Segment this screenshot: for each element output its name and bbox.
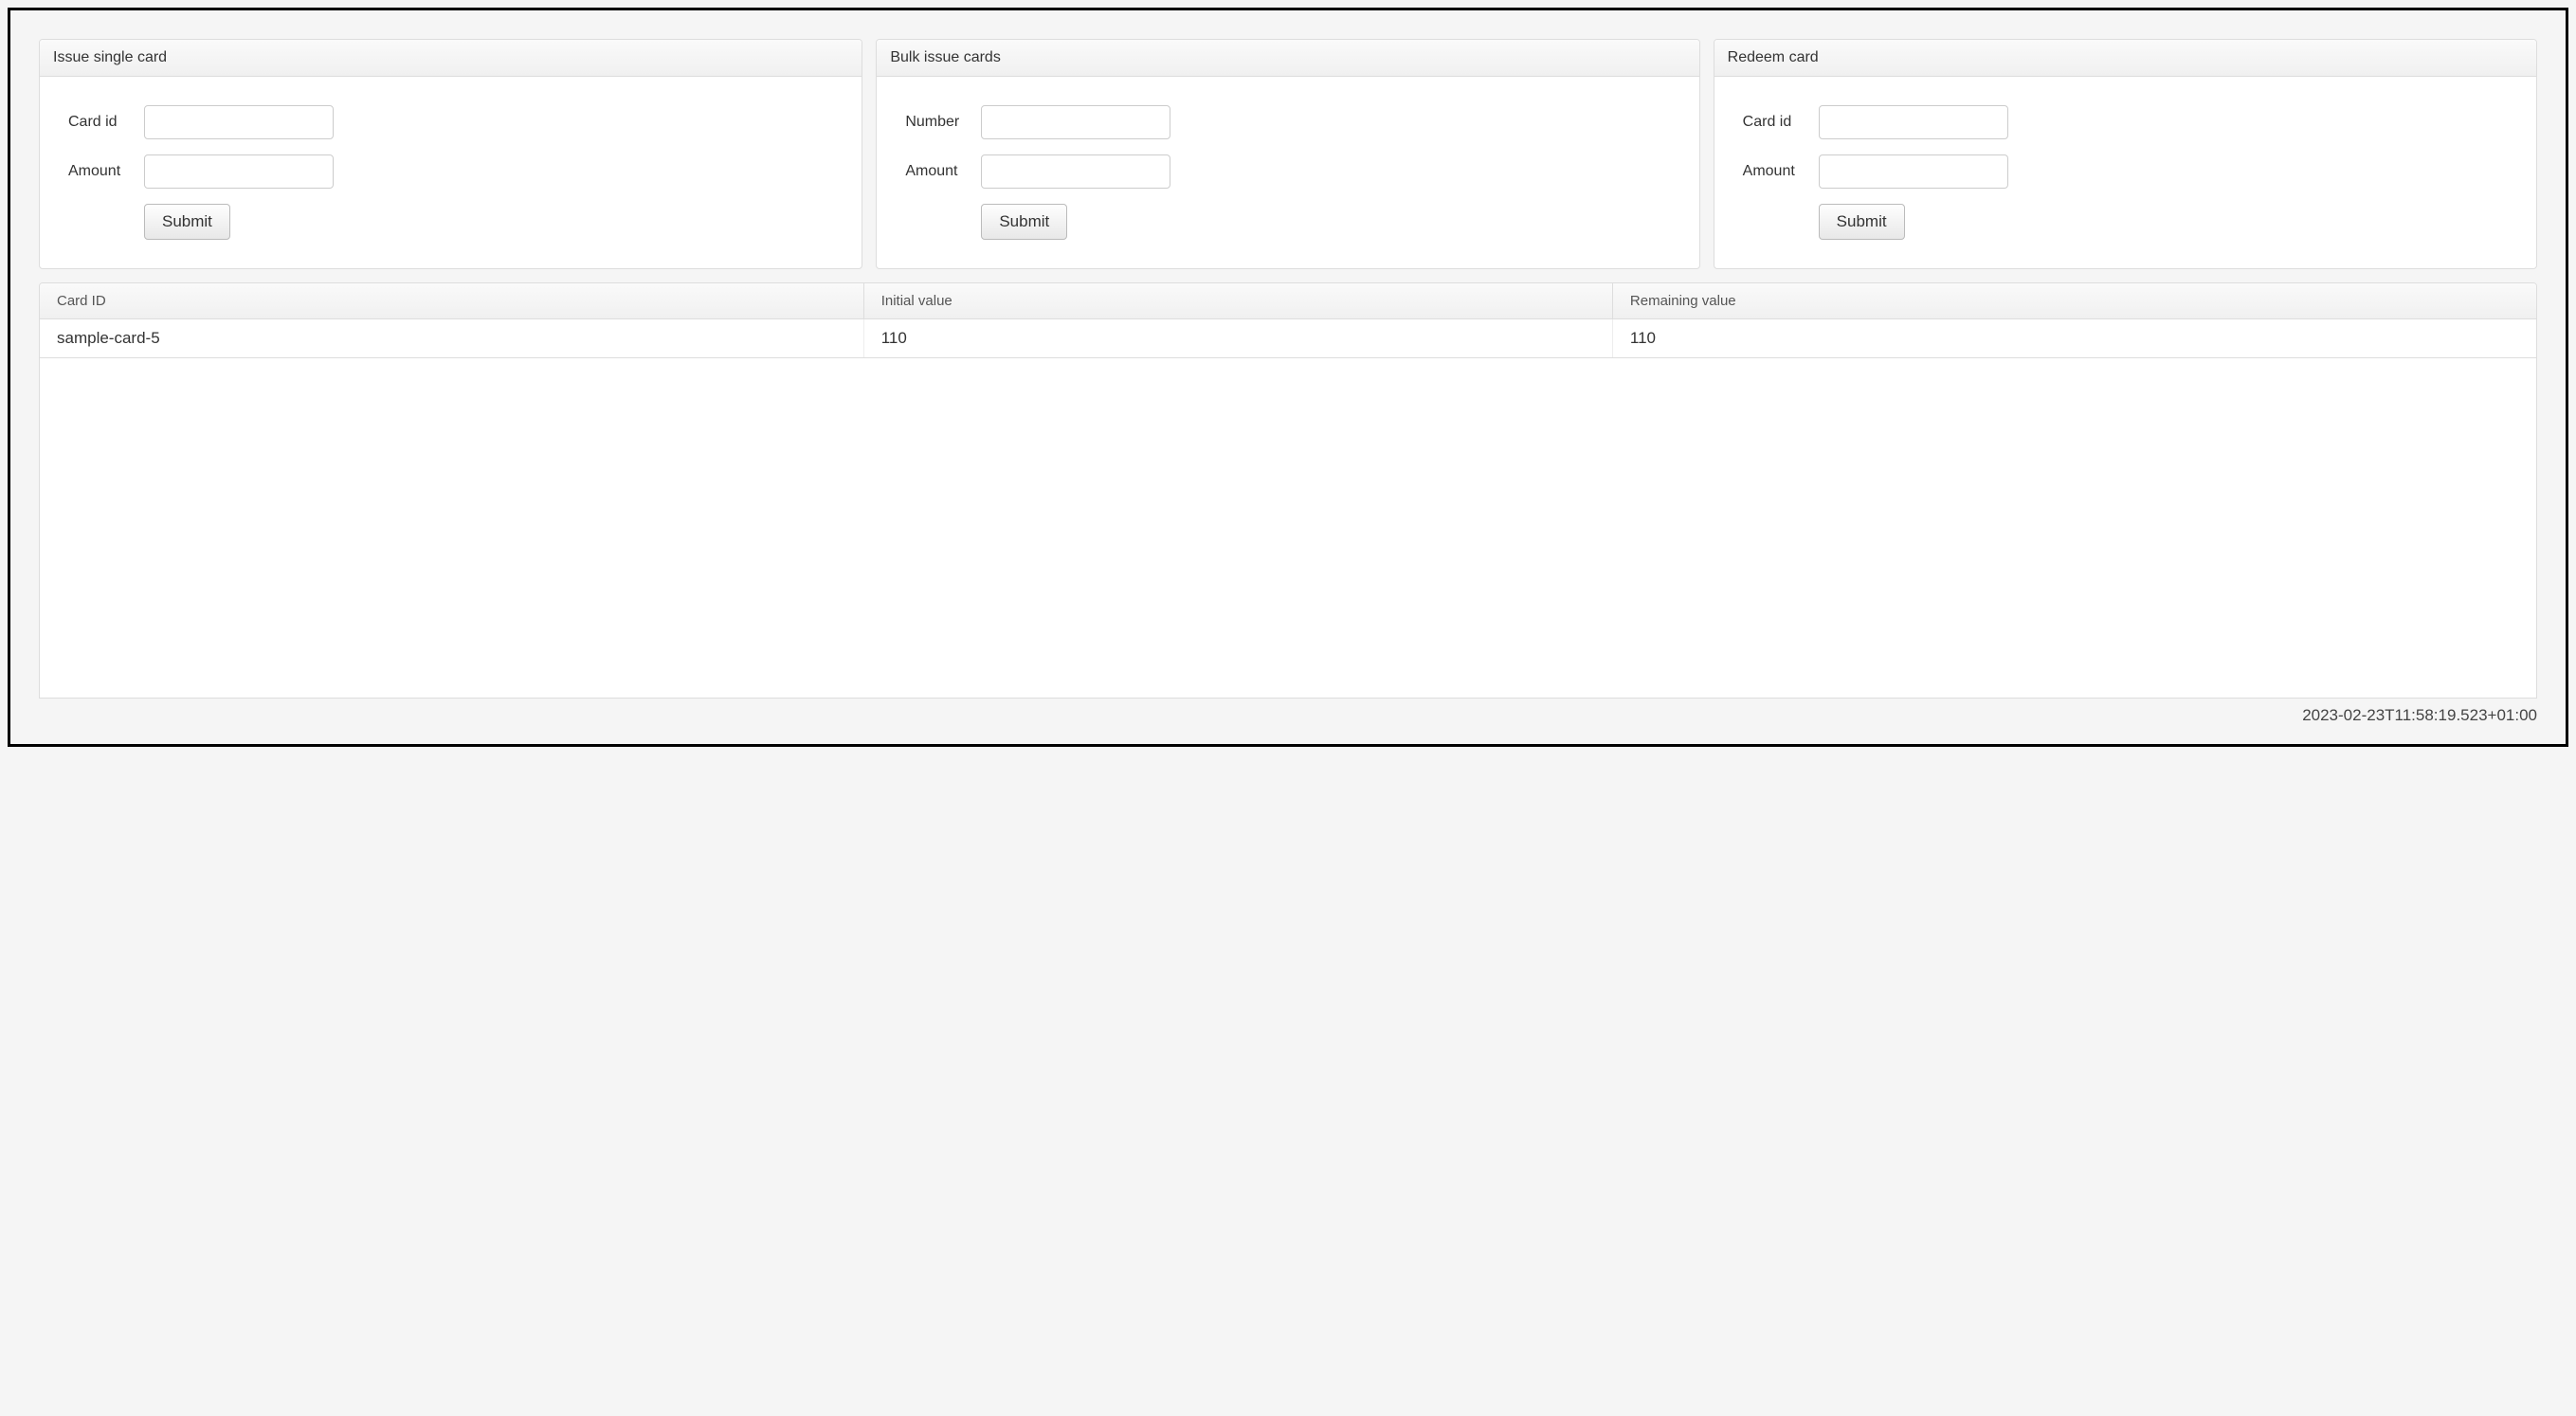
header-initial-value: Initial value xyxy=(863,283,1612,319)
panels-row: Issue single card Card id Amount Submit … xyxy=(39,39,2537,269)
form-row-card-id: Card id xyxy=(68,105,833,139)
issue-single-card-panel: Issue single card Card id Amount Submit xyxy=(39,39,862,269)
table-header-row: Card ID Initial value Remaining value xyxy=(40,283,2536,319)
card-id-label: Card id xyxy=(68,114,144,131)
issue-single-amount-input[interactable] xyxy=(144,154,334,189)
form-row-card-id: Card id xyxy=(1743,105,2508,139)
panel-body: Number Amount Submit xyxy=(877,77,1698,268)
submit-row: Submit xyxy=(1743,204,2508,240)
header-card-id: Card ID xyxy=(40,283,863,319)
number-label: Number xyxy=(905,114,981,131)
form-row-amount: Amount xyxy=(1743,154,2508,189)
panel-body: Card id Amount Submit xyxy=(1714,77,2536,268)
panel-title: Bulk issue cards xyxy=(877,40,1698,77)
redeem-submit-button[interactable]: Submit xyxy=(1819,204,1905,240)
header-remaining-value: Remaining value xyxy=(1612,283,2536,319)
card-id-label: Card id xyxy=(1743,114,1819,131)
app-frame: Issue single card Card id Amount Submit … xyxy=(8,8,2568,747)
amount-label: Amount xyxy=(68,163,144,180)
panel-body: Card id Amount Submit xyxy=(40,77,862,268)
bulk-issue-submit-button[interactable]: Submit xyxy=(981,204,1067,240)
bulk-issue-cards-panel: Bulk issue cards Number Amount Submit xyxy=(876,39,1699,269)
cell-card-id: sample-card-5 xyxy=(40,319,863,358)
form-row-amount: Amount xyxy=(905,154,1670,189)
redeem-card-panel: Redeem card Card id Amount Submit xyxy=(1714,39,2537,269)
submit-row: Submit xyxy=(68,204,833,240)
cell-remaining-value: 110 xyxy=(1612,319,2536,358)
panel-title: Redeem card xyxy=(1714,40,2536,77)
issue-single-submit-button[interactable]: Submit xyxy=(144,204,230,240)
form-row-amount: Amount xyxy=(68,154,833,189)
redeem-amount-input[interactable] xyxy=(1819,154,2008,189)
redeem-card-id-input[interactable] xyxy=(1819,105,2008,139)
bulk-issue-amount-input[interactable] xyxy=(981,154,1170,189)
amount-label: Amount xyxy=(1743,163,1819,180)
form-row-number: Number xyxy=(905,105,1670,139)
amount-label: Amount xyxy=(905,163,981,180)
submit-row: Submit xyxy=(905,204,1670,240)
cards-table: Card ID Initial value Remaining value sa… xyxy=(40,283,2536,358)
table-row: sample-card-5110110 xyxy=(40,319,2536,358)
cards-table-container: Card ID Initial value Remaining value sa… xyxy=(39,282,2537,699)
panel-title: Issue single card xyxy=(40,40,862,77)
issue-single-card-id-input[interactable] xyxy=(144,105,334,139)
cell-initial-value: 110 xyxy=(863,319,1612,358)
bulk-issue-number-input[interactable] xyxy=(981,105,1170,139)
timestamp: 2023-02-23T11:58:19.523+01:00 xyxy=(39,699,2537,725)
